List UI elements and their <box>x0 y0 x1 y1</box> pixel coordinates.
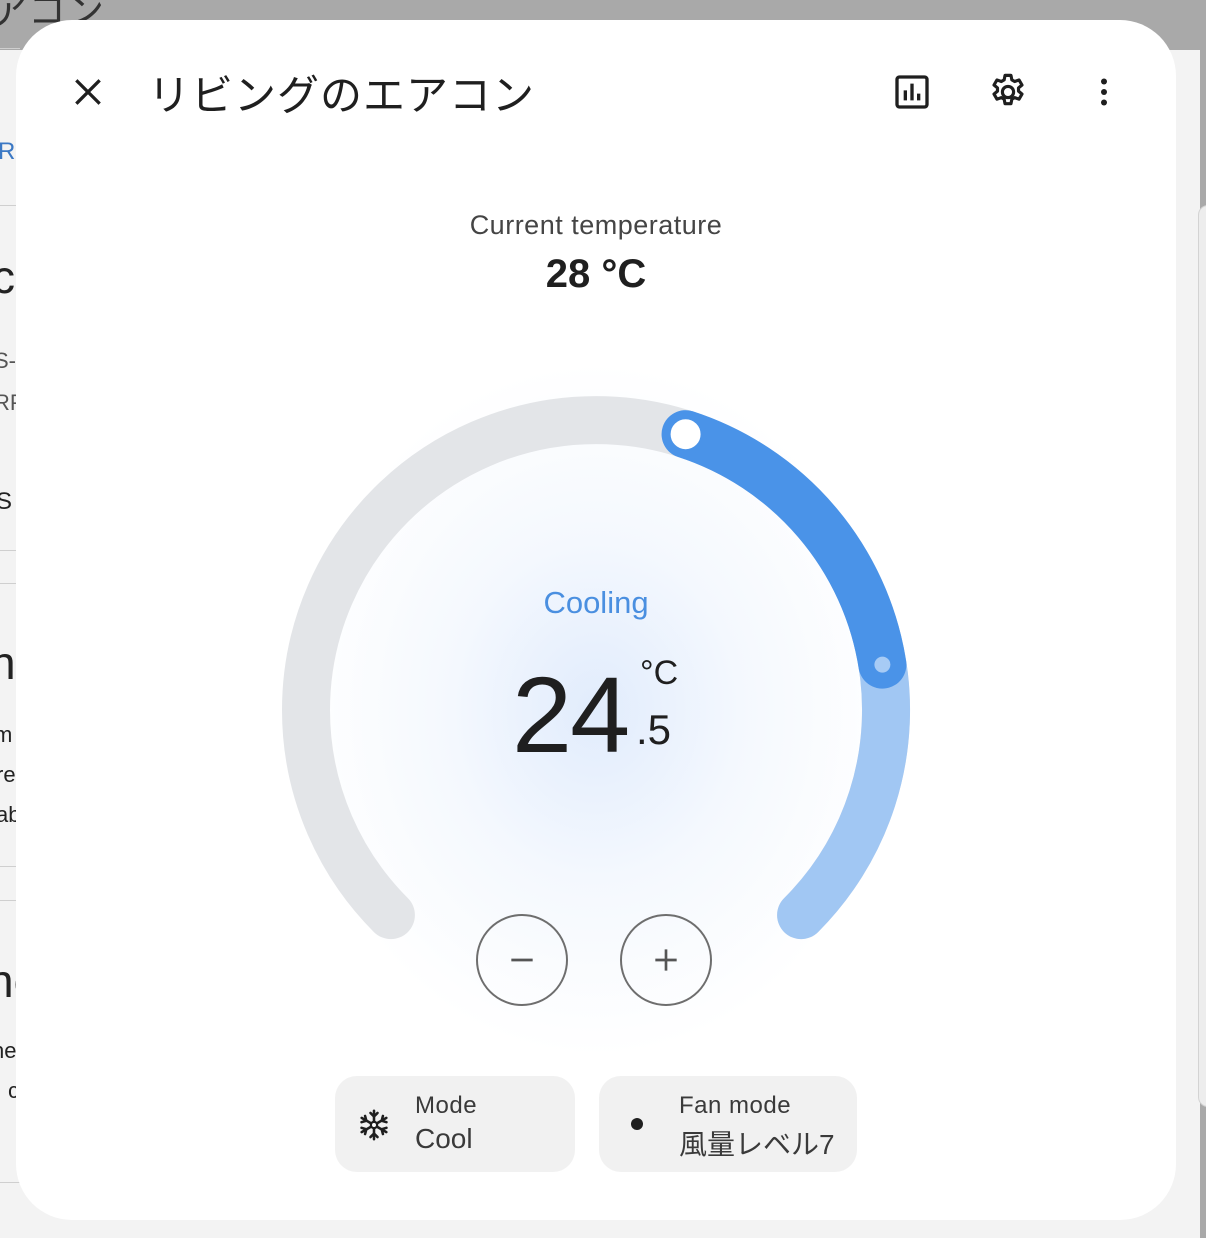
climate-dialog: リビングのエアコン Current temperature 28 °C Cool… <box>16 20 1176 1220</box>
bg-fragment: m <box>0 722 13 747</box>
dial-active-segment <box>661 410 907 689</box>
bg-fragment: S <box>0 488 13 515</box>
mode-chip[interactable]: Mode Cool <box>335 1076 575 1172</box>
bg-fragment: ne <box>0 1038 17 1063</box>
plus-icon <box>655 949 677 971</box>
dot-icon <box>631 1118 643 1130</box>
fan-mode-label: Fan mode <box>679 1092 792 1119</box>
mode-label: Mode <box>415 1092 478 1119</box>
bg-right-card <box>1198 205 1206 1107</box>
minus-icon <box>511 958 533 962</box>
target-temperature-handle[interactable] <box>664 413 707 456</box>
target-temperature-whole: 24 <box>512 654 630 775</box>
current-temperature-marker <box>874 656 891 673</box>
snowflake-icon <box>360 1109 388 1141</box>
mode-value: Cool <box>415 1123 473 1154</box>
bg-fragment: re <box>0 762 16 787</box>
fan-mode-value: 風量レベル7 <box>679 1129 835 1160</box>
bg-fragment: c <box>0 251 15 303</box>
target-temperature-decimal: .5 <box>636 706 672 753</box>
hvac-action: Cooling <box>543 585 649 620</box>
bg-fragment: n <box>0 637 16 689</box>
decrease-temperature-button[interactable] <box>476 914 568 1006</box>
target-temperature-unit: °C <box>640 654 679 692</box>
fan-mode-chip[interactable]: Fan mode 風量レベル7 <box>599 1076 857 1172</box>
increase-temperature-button[interactable] <box>620 914 712 1006</box>
